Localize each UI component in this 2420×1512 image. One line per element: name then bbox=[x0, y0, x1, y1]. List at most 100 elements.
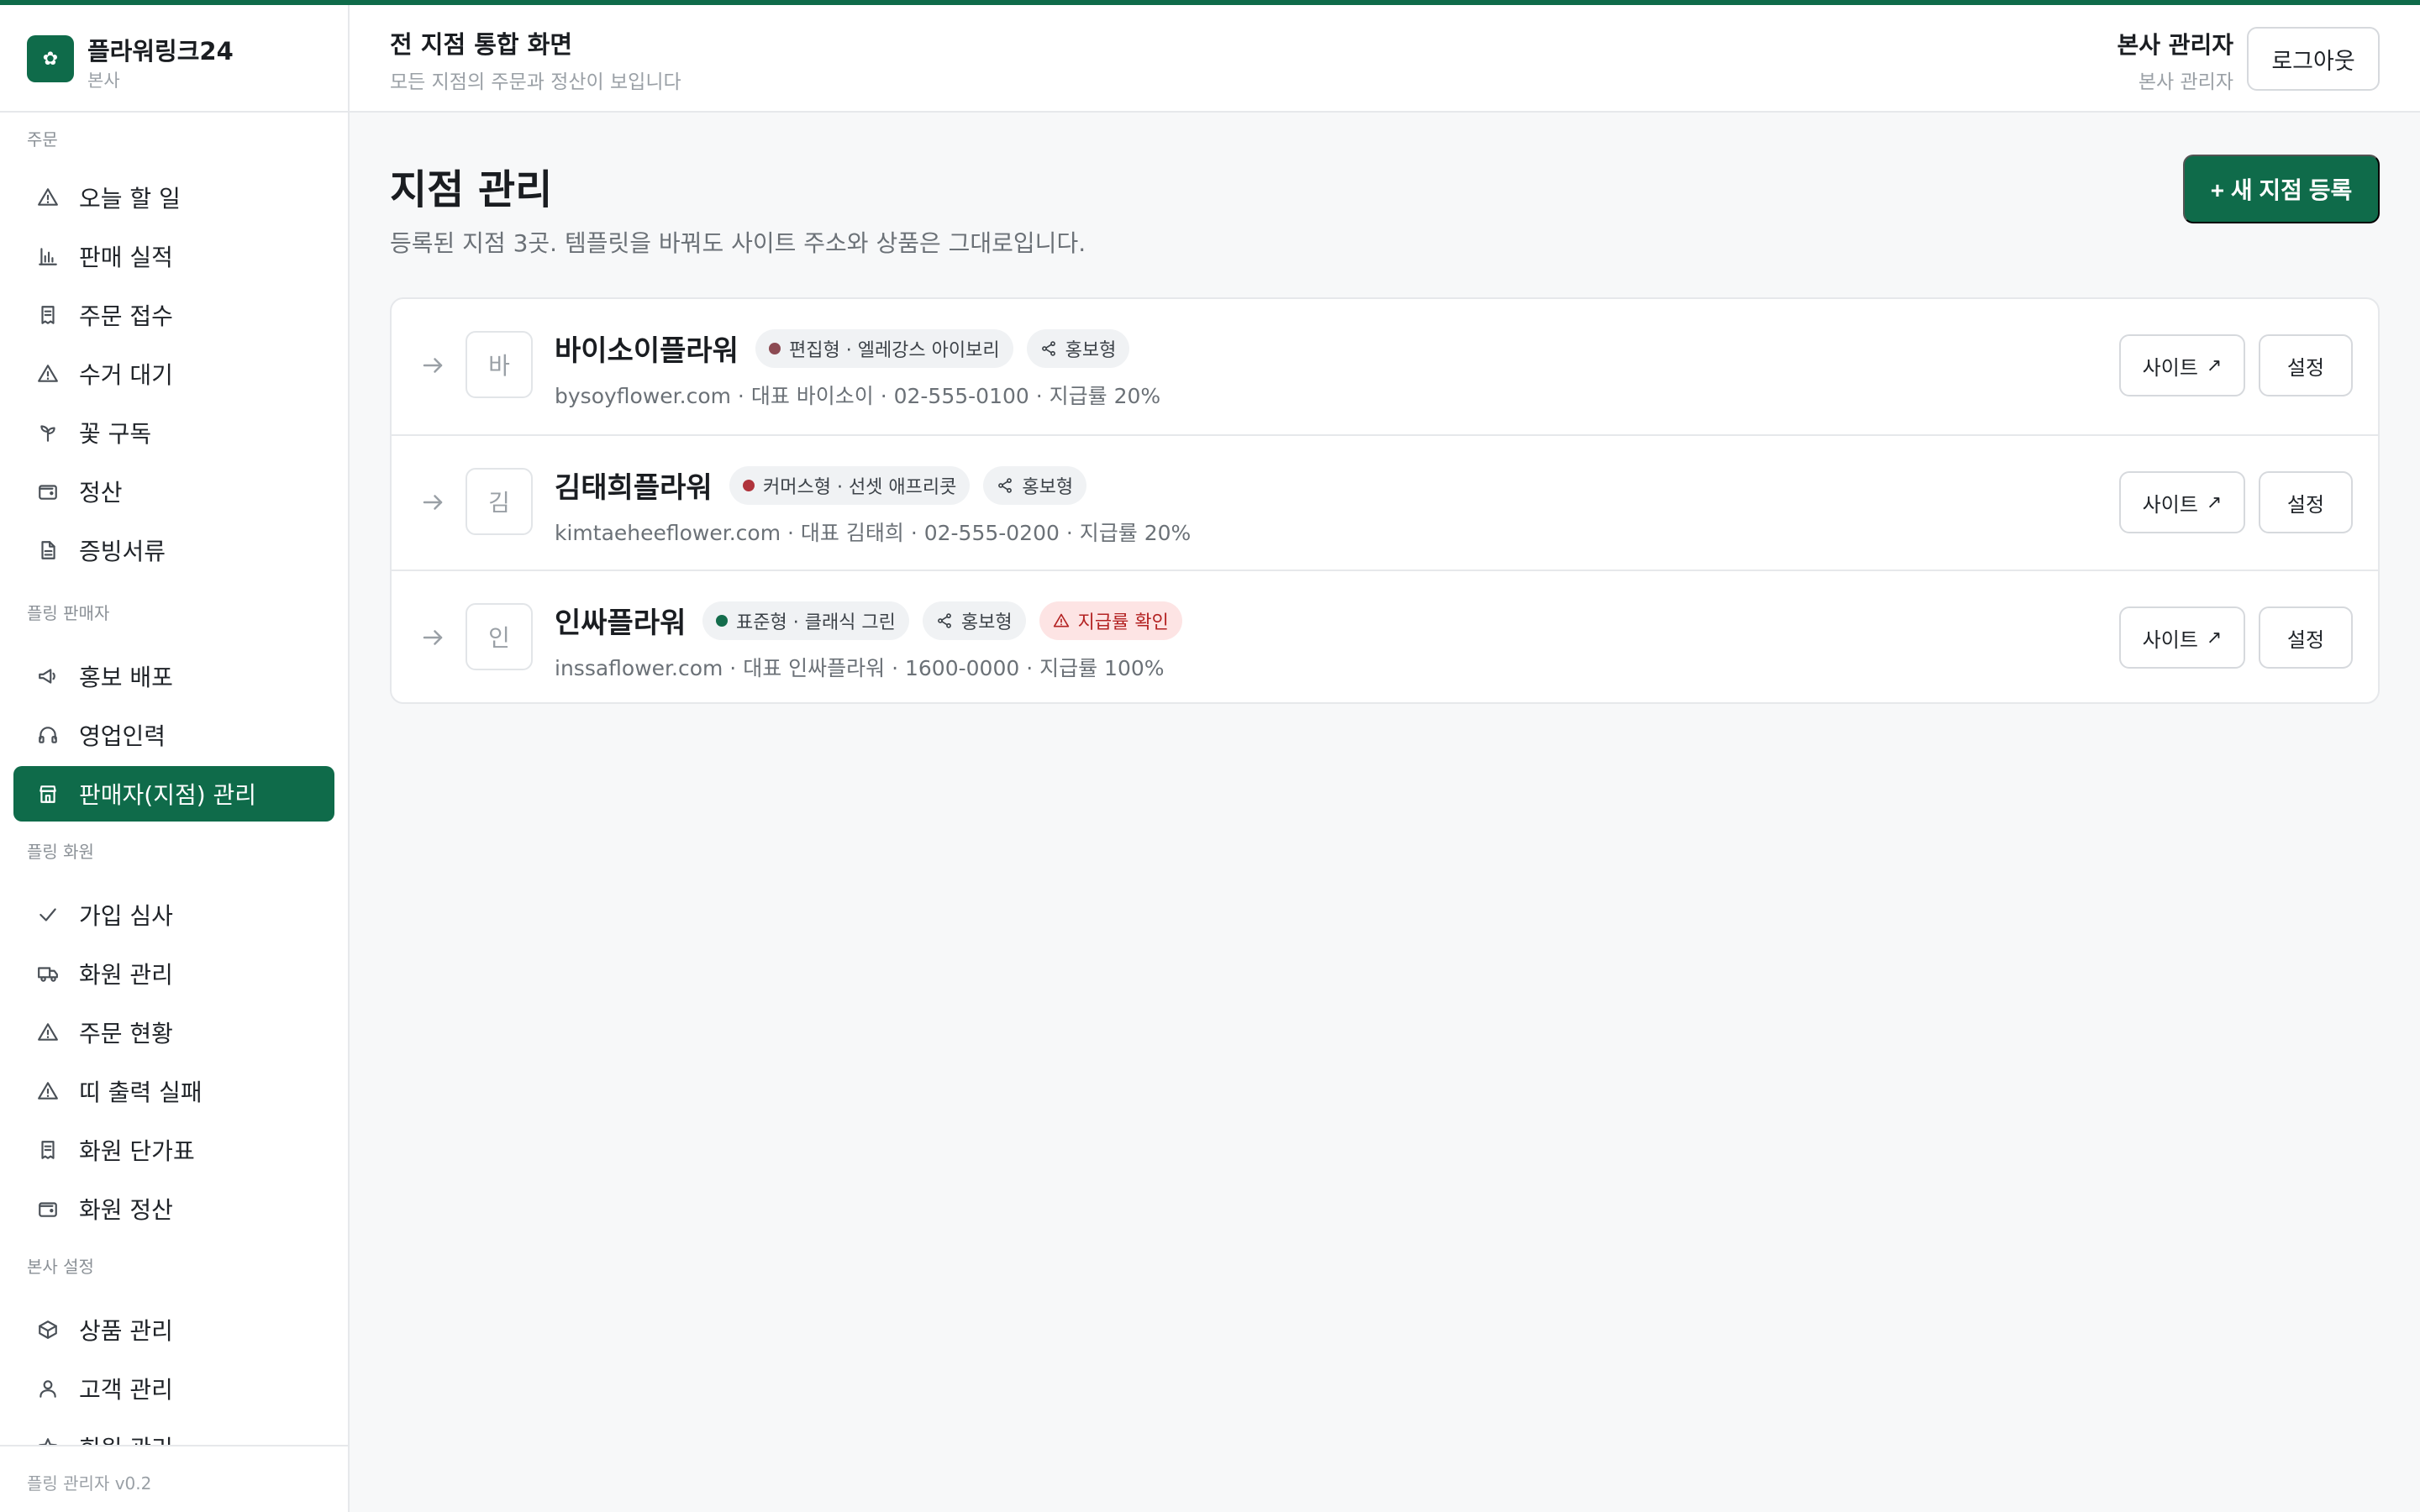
truck-icon bbox=[35, 961, 60, 986]
brand-subtitle: 본사 bbox=[87, 71, 120, 91]
template-color-dot bbox=[769, 343, 781, 354]
settings-button[interactable]: 설정 bbox=[2259, 471, 2353, 533]
template-color-dot bbox=[743, 480, 755, 491]
nav-section-title: 본사 설정 bbox=[27, 1257, 94, 1277]
headphones-icon bbox=[35, 722, 60, 748]
sidebar-item-label: 정산 bbox=[79, 479, 123, 507]
sidebar-nav: 주문 오늘 할 일 판매 실적 주문 접수 수거 대기 꽃 구독 정산 증빙서류 플링 판매자 홍… bbox=[0, 113, 348, 1448]
sidebar-item-2-5[interactable]: 화원 정산 bbox=[13, 1181, 334, 1236]
site-button[interactable]: 사이트 ↗ bbox=[2119, 471, 2245, 533]
sidebar-item-1-0[interactable]: 홍보 배포 bbox=[13, 648, 334, 704]
branch-row[interactable]: 김 김태희플라워 커머스형 · 선셋 애프리콧 홍보형 kimtaeheeflower.… bbox=[392, 434, 2378, 569]
branch-avatar: 인 bbox=[466, 603, 533, 670]
branch-meta: kimtaeheeflower.com · 대표 김태희 · 02-555-02… bbox=[555, 521, 1192, 545]
sidebar-item-3-2[interactable]: 회원 관리 bbox=[13, 1420, 334, 1448]
promo-label: 홍보형 bbox=[1022, 477, 1074, 498]
sidebar-item-label: 화원 관리 bbox=[79, 961, 173, 989]
sidebar-item-label: 증빙서류 bbox=[79, 538, 166, 565]
settings-button[interactable]: 설정 bbox=[2259, 606, 2353, 669]
flower-icon: ✿ bbox=[27, 35, 74, 82]
share-icon bbox=[936, 612, 953, 629]
sidebar-item-label: 오늘 할 일 bbox=[79, 185, 181, 213]
arrow-right-icon bbox=[420, 353, 445, 378]
share-icon bbox=[997, 477, 1013, 494]
new-branch-button[interactable]: + 새 지점 등록 bbox=[2183, 155, 2380, 223]
template-label: 커머스형 · 선셋 애프리콧 bbox=[763, 477, 957, 498]
sidebar-item-label: 판매 실적 bbox=[79, 244, 173, 271]
logout-button[interactable]: 로그아웃 bbox=[2247, 27, 2380, 91]
store-icon bbox=[35, 781, 60, 806]
box-icon bbox=[35, 1317, 60, 1342]
version-label: 플링 관리자 v0.2 bbox=[27, 1473, 152, 1494]
page-description: 등록된 지점 3곳. 템플릿을 바꿔도 사이트 주소와 상품은 그대로입니다. bbox=[390, 229, 1086, 257]
external-link-icon: ↗ bbox=[2206, 354, 2223, 375]
branch-tags: 표준형 · 클래식 그린 홍보형 지급률 확인 bbox=[702, 601, 1182, 640]
site-button[interactable]: 사이트 ↗ bbox=[2119, 606, 2245, 669]
sidebar-item-1-2[interactable]: 판매자(지점) 관리 bbox=[13, 766, 334, 822]
sidebar-item-label: 주문 접수 bbox=[79, 302, 173, 330]
header-title: 전 지점 통합 화면 bbox=[390, 30, 573, 59]
sidebar-item-2-0[interactable]: 가입 심사 bbox=[13, 887, 334, 942]
branch-name: 인싸플라워 bbox=[555, 606, 687, 640]
sidebar-item-0-2[interactable]: 주문 접수 bbox=[13, 287, 334, 343]
check-icon bbox=[35, 902, 60, 927]
site-button-label: 사이트 bbox=[2142, 356, 2198, 380]
sidebar-item-2-3[interactable]: 띠 출력 실패 bbox=[13, 1063, 334, 1119]
settings-button[interactable]: 설정 bbox=[2259, 334, 2353, 396]
sidebar-item-label: 수거 대기 bbox=[79, 361, 173, 389]
sidebar-item-3-1[interactable]: 고객 관리 bbox=[13, 1361, 334, 1416]
sidebar-item-0-1[interactable]: 판매 실적 bbox=[13, 228, 334, 284]
template-badge: 커머스형 · 선셋 애프리콧 bbox=[729, 466, 971, 505]
alert-triangle-icon bbox=[35, 1020, 60, 1045]
nav-section-title: 주문 bbox=[27, 129, 58, 150]
template-label: 표준형 · 클래식 그린 bbox=[736, 612, 896, 633]
brand[interactable]: ✿ 플라워링크24 본사 bbox=[0, 5, 348, 113]
branch-name: 김태희플라워 bbox=[555, 471, 713, 505]
warning-badge: 지급률 확인 bbox=[1039, 601, 1182, 640]
branch-meta: bysoyflower.com · 대표 바이소이 · 02-555-0100 … bbox=[555, 384, 1161, 408]
user-icon bbox=[35, 1376, 60, 1401]
arrow-right-icon bbox=[420, 625, 445, 650]
top-header: 전 지점 통합 화면 모든 지점의 주문과 정산이 보입니다 본사 관리자 본사… bbox=[350, 5, 2420, 113]
branch-row[interactable]: 인 인싸플라워 표준형 · 클래식 그린 홍보형 지급률 확인 inssaflower.c… bbox=[392, 570, 2378, 702]
sidebar-item-0-3[interactable]: 수거 대기 bbox=[13, 346, 334, 402]
branch-meta: inssaflower.com · 대표 인싸플라워 · 1600-0000 ·… bbox=[555, 656, 1165, 680]
sidebar: ✿ 플라워링크24 본사 주문오늘 할 일판매 실적주문 접수수거 대기꽃 구독… bbox=[0, 5, 350, 1512]
sidebar-item-label: 상품 관리 bbox=[79, 1317, 173, 1345]
top-accent-bar bbox=[0, 0, 2420, 5]
sidebar-item-3-0[interactable]: 상품 관리 bbox=[13, 1302, 334, 1357]
promo-badge: 홍보형 bbox=[922, 601, 1026, 640]
page-title: 지점 관리 bbox=[390, 166, 553, 213]
sidebar-item-1-1[interactable]: 영업인력 bbox=[13, 707, 334, 763]
promo-badge: 홍보형 bbox=[1026, 329, 1130, 368]
branch-list: 바 바이소이플라워 편집형 · 엘레강스 아이보리 홍보형 bysoyflower.co… bbox=[390, 297, 2380, 704]
user-name: 본사 관리자 bbox=[2117, 31, 2233, 59]
branch-row[interactable]: 바 바이소이플라워 편집형 · 엘레강스 아이보리 홍보형 bysoyflower.co… bbox=[392, 299, 2378, 433]
receipt-icon bbox=[35, 1137, 60, 1163]
site-button-label: 사이트 bbox=[2142, 628, 2198, 652]
template-badge: 표준형 · 클래식 그린 bbox=[702, 601, 909, 640]
arrow-right-icon bbox=[420, 490, 445, 515]
sidebar-item-2-4[interactable]: 화원 단가표 bbox=[13, 1122, 334, 1178]
site-button-label: 사이트 bbox=[2142, 493, 2198, 517]
sidebar-item-0-0[interactable]: 오늘 할 일 bbox=[13, 170, 334, 225]
branch-avatar: 김 bbox=[466, 468, 533, 535]
warning-label: 지급률 확인 bbox=[1077, 612, 1169, 633]
site-button[interactable]: 사이트 ↗ bbox=[2119, 334, 2245, 396]
sidebar-item-0-4[interactable]: 꽃 구독 bbox=[13, 405, 334, 460]
template-label: 편집형 · 엘레강스 아이보리 bbox=[789, 340, 1000, 361]
sidebar-footer: 플링 관리자 v0.2 bbox=[0, 1445, 348, 1512]
sidebar-item-0-5[interactable]: 정산 bbox=[13, 464, 334, 519]
alert-triangle-icon bbox=[35, 361, 60, 386]
megaphone-icon bbox=[35, 664, 60, 689]
promo-label: 홍보형 bbox=[1065, 340, 1117, 361]
template-color-dot bbox=[716, 615, 728, 627]
template-badge: 편집형 · 엘레강스 아이보리 bbox=[755, 329, 1013, 368]
sidebar-item-2-2[interactable]: 주문 현황 bbox=[13, 1005, 334, 1060]
sidebar-item-0-6[interactable]: 증빙서류 bbox=[13, 522, 334, 578]
branch-name: 바이소이플라워 bbox=[555, 334, 739, 368]
bar-chart-icon bbox=[35, 244, 60, 269]
document-icon bbox=[35, 538, 60, 563]
sidebar-item-2-1[interactable]: 화원 관리 bbox=[13, 946, 334, 1001]
alert-triangle-icon bbox=[1053, 612, 1070, 629]
